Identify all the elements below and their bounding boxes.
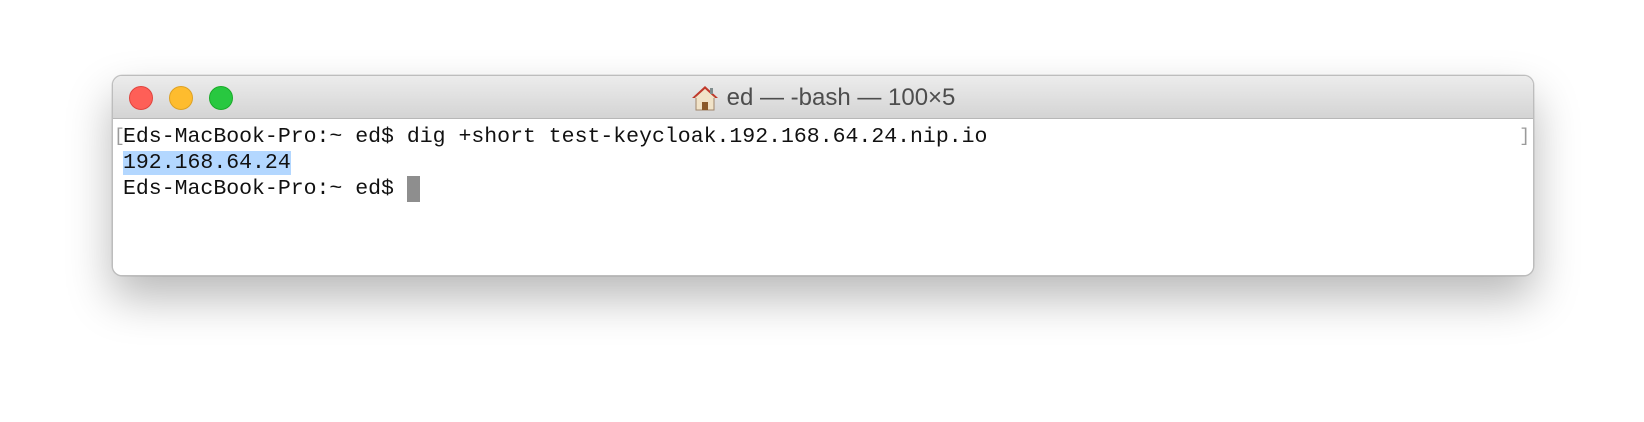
terminal-line-output: 192.168.64.24 bbox=[123, 150, 291, 176]
terminal-window: ed — -bash — 100×5 [ ] Eds-MacBook-Pro:~… bbox=[112, 75, 1534, 276]
text-cursor bbox=[406, 176, 420, 202]
terminal-line-command: Eds-MacBook-Pro:~ ed$ dig +short test-ke… bbox=[123, 125, 988, 149]
terminal-line-prompt: Eds-MacBook-Pro:~ ed$ bbox=[123, 176, 420, 202]
prompt-text: Eds-MacBook-Pro:~ ed$ bbox=[123, 177, 407, 201]
title-bar[interactable]: ed — -bash — 100×5 bbox=[113, 76, 1533, 119]
scroll-mark-right: ] bbox=[1519, 127, 1530, 147]
window-title-group: ed — -bash — 100×5 bbox=[113, 76, 1533, 119]
home-icon bbox=[691, 85, 718, 110]
terminal-content[interactable]: [ ] Eds-MacBook-Pro:~ ed$ dig +short tes… bbox=[113, 119, 1533, 275]
selected-text[interactable]: 192.168.64.24 bbox=[123, 151, 291, 175]
window-title: ed — -bash — 100×5 bbox=[726, 83, 956, 111]
